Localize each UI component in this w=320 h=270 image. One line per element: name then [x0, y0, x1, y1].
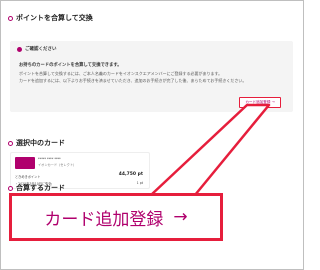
- add-card-callout-button[interactable]: カード追加登録 →: [9, 193, 223, 241]
- screen-frame: ポイントを合算して交換 ご確認ください お持ちのカードのポイントを合算して交換で…: [0, 0, 304, 270]
- arrow-right-icon: →: [173, 207, 188, 227]
- add-card-callout-label: カード追加登録: [44, 209, 164, 230]
